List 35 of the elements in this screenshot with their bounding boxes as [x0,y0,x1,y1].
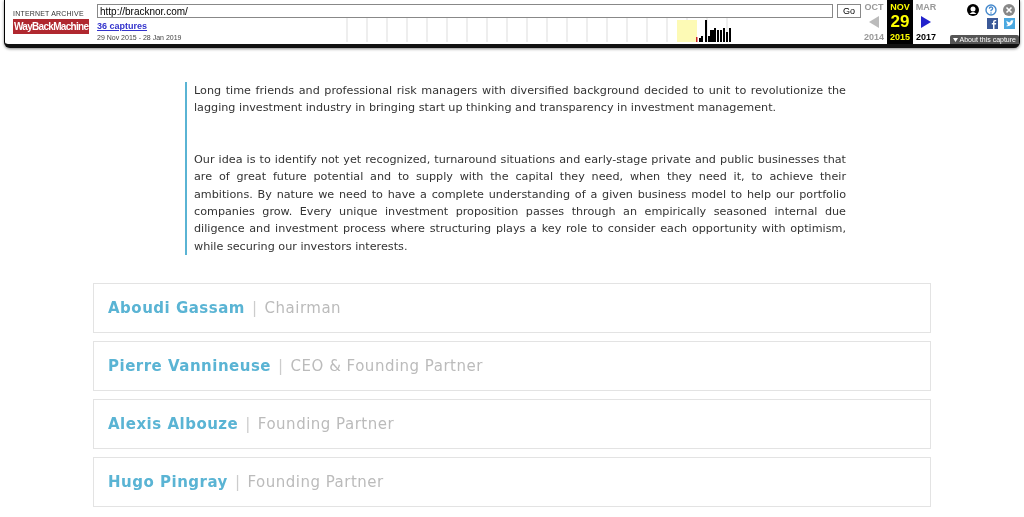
member-name: Pierre Vannineuse [108,357,272,376]
close-icon[interactable] [1003,4,1015,16]
facebook-icon[interactable] [987,18,998,29]
month-label: MAR [915,2,937,12]
member-role: Chairman [264,299,342,318]
wayback-logo[interactable]: WayBackMachine [13,19,90,34]
separator: | [245,415,251,434]
member-role: Founding Partner [247,473,384,492]
year-label: 2014 [864,32,884,42]
month-label: NOV [890,2,910,12]
go-button[interactable]: Go [837,4,861,18]
member-role: CEO & Founding Partner [290,357,483,376]
member-role: Founding Partner [257,415,395,434]
capture-month[interactable]: MAR 2017 [913,0,939,44]
separator: | [234,473,241,492]
member-name: Alexis Albouze [108,415,239,434]
month-label: OCT [864,2,884,12]
day-label: 29 [890,12,910,32]
intro-paragraph: Long time friends and professional risk managers with diversified background decided to unit to revolutionize the lagging investment industry in bringing start up thinking and transparency in investment management. [194,83,846,117]
year-label: 2015 [890,32,910,42]
next-arrow-icon[interactable] [921,16,931,28]
capture-month[interactable]: NOV 29 2015 [887,0,913,44]
help-icon[interactable] [985,4,997,16]
separator: | [252,299,258,318]
member-name: Aboudi Gassam [108,299,245,318]
user-icon[interactable] [967,4,979,16]
separator: | [278,357,284,376]
caret-icon [952,37,958,42]
intro-paragraph: Our idea is to identify not yet recognized, turnaround situations and early-stage private and public businesses that are of great future potential and to supply with the capital they need, when they need it, to achieve their ambitions. By nature we need to have a complete understanding of a given business model to help our portfolio companies grow. Every unique investment proposition passes through an empirically seasoned internal due diligence and investment process where structuring plays a key role to consider each opportunity with optimism, while securing our investors interests. [194,151,846,255]
twitter-icon[interactable] [1004,18,1015,29]
url-field[interactable]: http://bracknor.com/ [97,4,833,18]
member-name: Hugo Pingray [108,473,228,492]
captures-link[interactable]: 36 captures [97,21,337,31]
previous-arrow-icon[interactable] [869,16,879,28]
year-label: 2017 [916,32,936,42]
